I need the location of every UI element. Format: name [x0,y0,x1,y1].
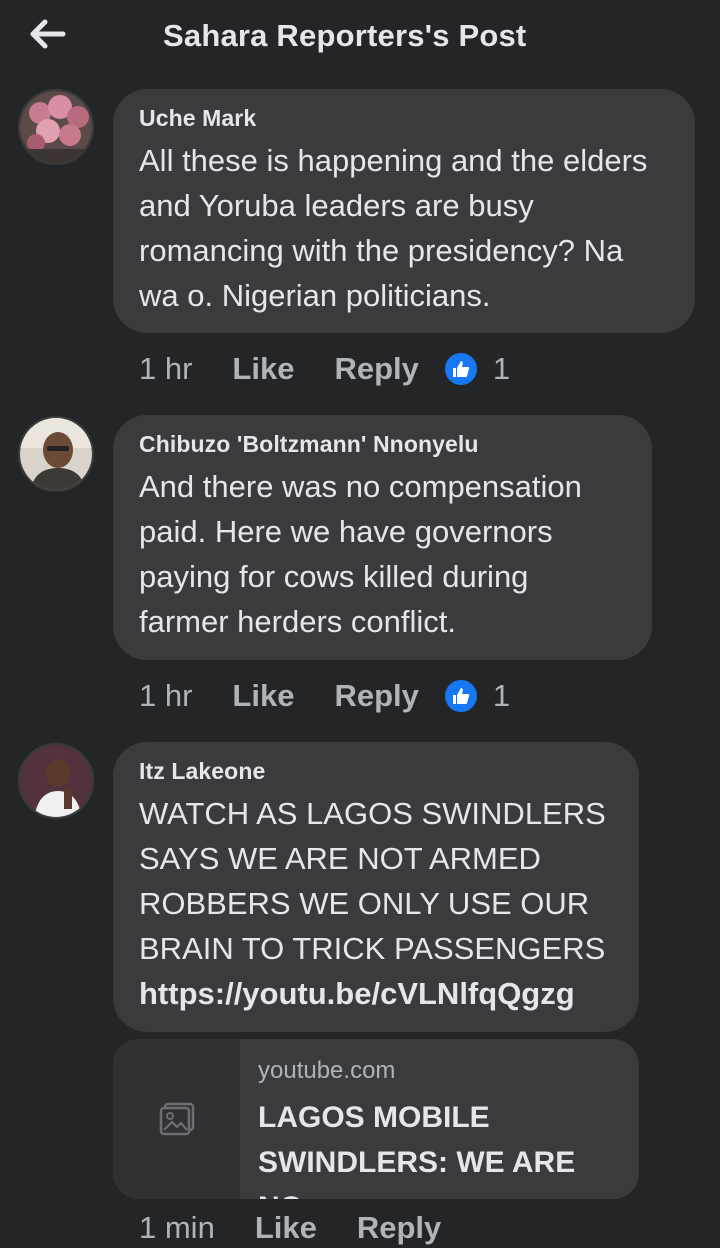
reply-button[interactable]: Reply [334,351,418,387]
thumbs-up-icon[interactable] [442,351,479,387]
reply-button[interactable]: Reply [334,678,418,714]
comment-time[interactable]: 1 hr [139,351,192,387]
comment-actions: 1 hr Like Reply 1 [139,676,510,716]
arrow-left-icon [30,19,66,49]
thumbs-up-icon[interactable] [442,678,479,714]
avatar[interactable] [18,89,94,165]
comment-bubble: Itz Lakeone WATCH AS LAGOS SWINDLERS SAY… [113,742,639,1032]
comment-actions: 1 hr Like Reply 1 [139,349,510,389]
comment-text: WATCH AS LAGOS SWINDLERS SAYS WE ARE NOT… [139,796,606,966]
comment-time[interactable]: 1 min [139,1210,215,1246]
commenter-name[interactable]: Chibuzo 'Boltzmann' Nnonyelu [139,431,626,458]
like-button[interactable]: Like [255,1210,317,1246]
comment-bubble: Chibuzo 'Boltzmann' Nnonyelu And there w… [113,415,652,660]
avatar[interactable] [18,416,94,492]
link-title: LAGOS MOBILE SWINDLERS: WE ARE NO... [258,1101,576,1199]
like-button[interactable]: Like [232,351,294,387]
comment-time[interactable]: 1 hr [139,678,192,714]
image-placeholder-icon [159,1102,194,1136]
comment-actions: 1 min Like Reply [139,1208,481,1248]
comment-text: And there was no compensation paid. Here… [139,469,582,639]
comment-text: All these is happening and the elders an… [139,143,648,313]
comment-link[interactable]: https://youtu.be/cVLNlfqQgzg [139,971,613,1016]
like-button[interactable]: Like [232,678,294,714]
avatar-image [20,745,92,817]
link-domain: youtube.com [258,1057,396,1084]
reaction-count[interactable]: 1 [493,678,510,714]
commenter-name[interactable]: Itz Lakeone [139,758,613,785]
avatar-image [20,418,92,490]
commenter-name[interactable]: Uche Mark [139,105,669,132]
avatar[interactable] [18,743,94,819]
comment-bubble: Uche Mark All these is happening and the… [113,89,695,333]
top-bar: Sahara Reporters's Post [0,0,720,78]
link-preview-card[interactable]: youtube.com LAGOS MOBILE SWINDLERS: WE A… [113,1039,639,1199]
page-title: Sahara Reporters's Post [163,18,527,53]
link-thumbnail [113,1039,240,1199]
reply-button[interactable]: Reply [357,1210,441,1246]
back-button[interactable] [26,14,70,54]
reaction-count[interactable]: 1 [493,351,510,387]
avatar-image [20,91,92,163]
